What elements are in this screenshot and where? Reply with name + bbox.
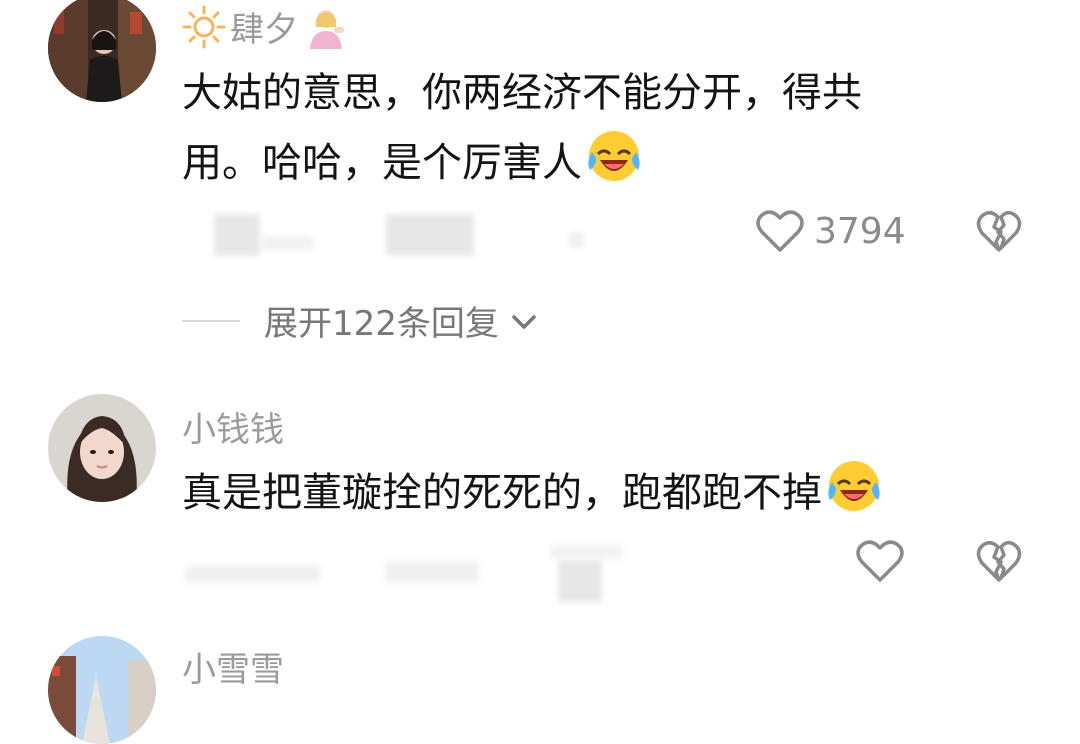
avatar[interactable]: [48, 636, 156, 744]
comment-username[interactable]: 小雪雪: [182, 642, 284, 691]
username-text: 小雪雪: [182, 650, 284, 690]
comment-item: 小雪雪: [0, 0, 1080, 744]
